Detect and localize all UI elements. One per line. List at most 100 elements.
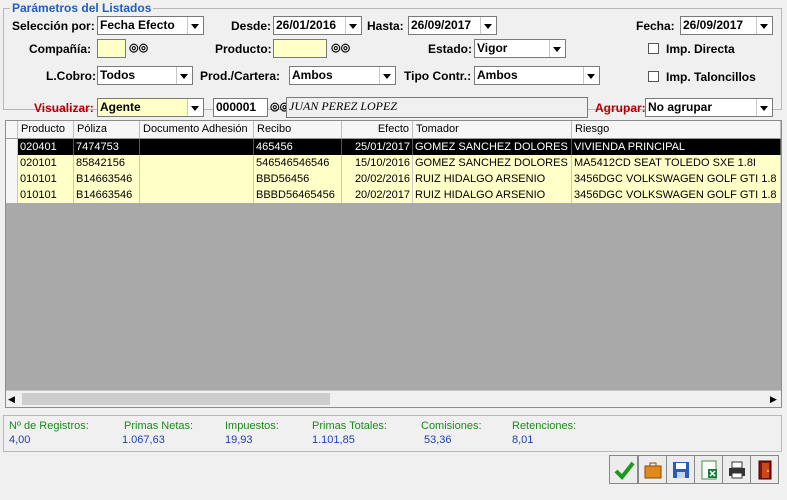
row-indicator[interactable]	[6, 171, 18, 187]
tipocontr-select[interactable]: Ambos	[474, 66, 600, 85]
cell-recibo: 465456	[254, 139, 342, 155]
print-icon	[728, 461, 745, 478]
agente-code-field[interactable]: 000001	[213, 98, 268, 117]
scroll-right-icon[interactable]: ▶	[770, 394, 777, 405]
binoculars-icon[interactable]: ◎◎	[331, 41, 350, 55]
imp-directa-checkbox[interactable]	[648, 43, 659, 54]
table-row[interactable]: 020101 85842156 546546546546 15/10/2016 GOME…	[6, 155, 781, 171]
col-header-producto[interactable]: Producto	[18, 121, 74, 138]
cell-producto: 020401	[18, 139, 74, 155]
cell-tomador: GOMEZ SANCHEZ DOLORES	[413, 155, 572, 171]
cell-documento	[140, 171, 254, 187]
chevron-down-icon	[187, 99, 203, 116]
binoculars-icon[interactable]: ◎◎	[129, 41, 148, 55]
cell-tomador: GOMEZ SANCHEZ DOLORES	[413, 139, 572, 155]
hasta-date-picker[interactable]: 26/09/2017	[408, 16, 497, 35]
save-icon	[672, 461, 689, 478]
briefcase-icon	[644, 462, 661, 478]
exit-door-icon	[758, 460, 771, 479]
primas-totales-value: 1.101,85	[312, 434, 355, 446]
horizontal-scrollbar[interactable]: ◀ ▶	[6, 390, 781, 407]
compania-field[interactable]	[97, 39, 126, 58]
fecha-value: 26/09/2017	[683, 18, 744, 32]
fecha-date-picker[interactable]: 26/09/2017	[680, 16, 773, 35]
visualizar-select[interactable]: Agente	[97, 98, 204, 117]
agrupar-value: No agrupar	[648, 100, 713, 114]
producto-field[interactable]	[273, 39, 327, 58]
chevron-down-icon	[480, 17, 496, 34]
estado-select[interactable]: Vigor	[474, 39, 566, 58]
imp-taloncillos-label: Imp. Taloncillos	[666, 70, 756, 84]
primas-netas-label: Primas Netas:	[124, 420, 194, 432]
cell-documento	[140, 139, 254, 155]
chevron-down-icon	[187, 17, 203, 34]
agrupar-label: Agrupar:	[595, 101, 646, 115]
scroll-thumb[interactable]	[22, 393, 330, 405]
col-header-riesgo[interactable]: Riesgo	[572, 121, 781, 138]
print-button[interactable]	[722, 455, 751, 484]
results-grid[interactable]: Producto Póliza Documento Adhesión Recib…	[5, 120, 782, 408]
col-header-efecto[interactable]: Efecto	[342, 121, 413, 138]
cell-efecto: 15/10/2016	[342, 155, 413, 171]
chevron-down-icon	[549, 40, 565, 57]
prodcartera-label: Prod./Cartera:	[200, 69, 281, 83]
cell-recibo: BBD56456	[254, 171, 342, 187]
cell-poliza: 85842156	[74, 155, 140, 171]
excel-export-button[interactable]	[694, 455, 723, 484]
chevron-down-icon	[176, 67, 192, 84]
table-row[interactable]: 020401 7474753 465456 25/01/2017 GOMEZ SANCH…	[6, 139, 781, 155]
row-indicator[interactable]	[6, 187, 18, 203]
desde-date-picker[interactable]: 26/01/2016	[273, 16, 362, 35]
table-row[interactable]: 010101 B14663546 BBBD56465456 20/02/2017 RUI…	[6, 187, 781, 203]
scroll-left-icon[interactable]: ◀	[8, 394, 15, 405]
cell-efecto: 20/02/2016	[342, 171, 413, 187]
compania-label: Compañía:	[29, 42, 92, 56]
col-header-tomador[interactable]: Tomador	[413, 121, 572, 138]
registros-value: 4,00	[9, 434, 31, 446]
summary-panel	[3, 415, 782, 452]
comisiones-label: Comisiones:	[421, 420, 482, 432]
row-indicator[interactable]	[6, 139, 18, 155]
producto-label: Producto:	[215, 42, 272, 56]
excel-export-icon	[701, 460, 717, 479]
header-indicator	[6, 121, 18, 138]
cell-riesgo: VIVIENDA PRINCIPAL	[572, 139, 781, 155]
chevron-down-icon	[756, 99, 772, 116]
col-header-poliza[interactable]: Póliza	[74, 121, 140, 138]
cell-efecto: 25/01/2017	[342, 139, 413, 155]
row-indicator[interactable]	[6, 155, 18, 171]
lcobro-select[interactable]: Todos	[97, 66, 193, 85]
col-header-documento[interactable]: Documento Adhesión	[140, 121, 254, 138]
chevron-down-icon	[756, 17, 772, 34]
accept-button[interactable]	[609, 455, 638, 484]
chevron-down-icon	[345, 17, 361, 34]
visualizar-value: Agente	[100, 100, 141, 114]
prodcartera-select[interactable]: Ambos	[289, 66, 396, 85]
comisiones-value: 53,36	[424, 434, 452, 446]
table-row[interactable]: 010101 B14663546 BBD56456 20/02/2016 RUIZ HI…	[6, 171, 781, 187]
hasta-label: Hasta:	[367, 19, 404, 33]
retenciones-value: 8,01	[512, 434, 534, 446]
seleccion-label: Selección por:	[12, 19, 95, 33]
briefcase-button[interactable]	[638, 455, 667, 484]
cell-poliza: 7474753	[74, 139, 140, 155]
binoculars-icon[interactable]: ◎◎	[270, 100, 289, 114]
cell-riesgo: 3456DGC VOLKSWAGEN GOLF GTI 1.8	[572, 187, 781, 203]
cell-producto: 020101	[18, 155, 74, 171]
agrupar-select[interactable]: No agrupar	[645, 98, 773, 117]
tipocontr-label: Tipo Contr.:	[404, 69, 472, 83]
lcobro-value: Todos	[100, 68, 136, 82]
accept-icon	[614, 461, 635, 480]
exit-button[interactable]	[750, 455, 779, 484]
col-header-recibo[interactable]: Recibo	[254, 121, 342, 138]
cell-tomador: RUIZ HIDALGO ARSENIO	[413, 187, 572, 203]
cell-recibo: BBBD56465456	[254, 187, 342, 203]
impuestos-value: 19,93	[225, 434, 253, 446]
cell-producto: 010101	[18, 187, 74, 203]
save-button[interactable]	[666, 455, 695, 484]
imp-directa-label: Imp. Directa	[666, 42, 735, 56]
imp-taloncillos-checkbox[interactable]	[648, 71, 659, 82]
estado-label: Estado:	[428, 42, 473, 56]
chevron-down-icon	[379, 67, 395, 84]
seleccion-select[interactable]: Fecha Efecto	[97, 16, 204, 35]
